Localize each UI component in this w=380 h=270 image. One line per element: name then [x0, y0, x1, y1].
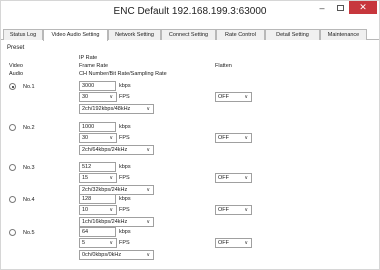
fps-unit: FPS	[119, 207, 130, 213]
ip-rate-input-3[interactable]: 512	[79, 162, 116, 172]
preset-radio-1[interactable]	[9, 83, 16, 90]
preset-radio-3[interactable]	[9, 164, 16, 171]
tab-strip: Status Log Video Audio Setting Network S…	[1, 29, 379, 41]
frame-rate-select-5[interactable]: 5 ∨	[79, 238, 117, 248]
flatten-select-4[interactable]: OFF ∨	[215, 205, 252, 215]
tab-connect-setting[interactable]: Connect Setting	[161, 29, 216, 40]
audio-header: Audio	[9, 71, 24, 77]
frame-rate-value-1: 30	[82, 94, 89, 100]
minimize-button[interactable]: –	[313, 1, 331, 14]
frame-rate-value-2: 30	[82, 135, 89, 141]
kbps-unit: kbps	[119, 83, 131, 89]
close-icon: ✕	[359, 2, 367, 12]
close-button[interactable]: ✕	[349, 1, 377, 14]
chevron-down-icon: ∨	[244, 175, 248, 181]
ip-rate-input-2[interactable]: 1000	[79, 122, 116, 132]
preset-radio-2[interactable]	[9, 124, 16, 131]
video-header: Video	[9, 63, 23, 69]
channel-select-4[interactable]: 1ch/16kbps/24kHz ∨	[79, 217, 154, 227]
tab-status-log[interactable]: Status Log	[3, 29, 43, 40]
fps-unit: FPS	[119, 175, 130, 181]
channel-value-5: 0ch/0kbps/0kHz	[82, 252, 122, 258]
ip-rate-input-4[interactable]: 128	[79, 194, 116, 204]
kbps-unit: kbps	[119, 229, 131, 235]
ip-rate-input-5[interactable]: 64	[79, 227, 116, 237]
channel-value-4: 1ch/16kbps/24kHz	[82, 219, 128, 225]
preset-radio-5[interactable]	[9, 229, 16, 236]
kbps-unit: kbps	[119, 196, 131, 202]
flatten-value-2: OFF	[218, 135, 229, 141]
tab-video-audio-setting[interactable]: Video Audio Setting	[43, 29, 108, 41]
fps-unit: FPS	[119, 135, 130, 141]
channel-value-1: 2ch/192kbps/48kHz	[82, 106, 131, 112]
frame-rate-header: Frame Rate	[79, 63, 109, 69]
tab-network-setting[interactable]: Network Setting	[108, 29, 161, 40]
frame-rate-select-4[interactable]: 10 ∨	[79, 205, 117, 215]
preset-label-4: No.4	[23, 197, 35, 203]
chevron-down-icon: ∨	[146, 147, 150, 153]
minimize-icon: –	[319, 2, 325, 13]
app-window: ENC Default 192.168.199.3:63000 – ✕ Stat…	[0, 0, 380, 270]
chevron-down-icon: ∨	[109, 207, 113, 213]
chevron-down-icon: ∨	[244, 240, 248, 246]
flatten-select-2[interactable]: OFF ∨	[215, 133, 252, 143]
preset-label-2: No.2	[23, 125, 35, 131]
frame-rate-select-1[interactable]: 30 ∨	[79, 92, 117, 102]
frame-rate-select-2[interactable]: 30 ∨	[79, 133, 117, 143]
tab-maintenance[interactable]: Maintenance	[320, 29, 367, 40]
ip-rate-header: IP Rate	[79, 55, 98, 61]
tab-rate-control[interactable]: Rate Control	[216, 29, 265, 40]
chevron-down-icon: ∨	[244, 135, 248, 141]
ip-rate-input-1[interactable]: 3000	[79, 81, 116, 91]
flatten-select-3[interactable]: OFF ∨	[215, 173, 252, 183]
video-audio-panel: Preset IP Rate Video Frame Rate Flatten …	[3, 41, 375, 267]
preset-label-1: No.1	[23, 84, 35, 90]
frame-rate-select-3[interactable]: 15 ∨	[79, 173, 117, 183]
channel-select-2[interactable]: 2ch/64kbps/24kHz ∨	[79, 145, 154, 155]
kbps-unit: kbps	[119, 164, 131, 170]
flatten-select-1[interactable]: OFF ∨	[215, 92, 252, 102]
preset-label-3: No.3	[23, 165, 35, 171]
preset-row-1: No.1 3000 kbps 30 ∨ FPS OFF ∨ 2ch/192kbps/…	[3, 81, 375, 119]
frame-rate-value-3: 15	[82, 175, 89, 181]
preset-row-5: No.5 64 kbps 5 ∨ FPS OFF ∨ 0ch/0kbps/0kHz ∨	[3, 227, 375, 265]
chevron-down-icon: ∨	[244, 207, 248, 213]
chevron-down-icon: ∨	[146, 252, 150, 258]
chevron-down-icon: ∨	[109, 175, 113, 181]
kbps-unit: kbps	[119, 124, 131, 130]
preset-label-5: No.5	[23, 230, 35, 236]
preset-radio-4[interactable]	[9, 196, 16, 203]
maximize-icon	[336, 4, 344, 11]
channel-value-3: 2ch/32kbps/24kHz	[82, 187, 128, 193]
chevron-down-icon: ∨	[109, 94, 113, 100]
chevron-down-icon: ∨	[244, 94, 248, 100]
flatten-value-1: OFF	[218, 94, 229, 100]
fps-unit: FPS	[119, 94, 130, 100]
chevron-down-icon: ∨	[109, 135, 113, 141]
flatten-value-3: OFF	[218, 175, 229, 181]
chevron-down-icon: ∨	[146, 219, 150, 225]
maximize-button[interactable]	[331, 1, 349, 14]
flatten-value-4: OFF	[218, 207, 229, 213]
fps-unit: FPS	[119, 240, 130, 246]
channel-select-1[interactable]: 2ch/192kbps/48kHz ∨	[79, 104, 154, 114]
preset-row-2: No.2 1000 kbps 30 ∨ FPS OFF ∨ 2ch/64kbps/2…	[3, 122, 375, 160]
chevron-down-icon: ∨	[146, 106, 150, 112]
chevron-down-icon: ∨	[146, 187, 150, 193]
channel-value-2: 2ch/64kbps/24kHz	[82, 147, 128, 153]
channel-select-5[interactable]: 0ch/0kbps/0kHz ∨	[79, 250, 154, 260]
preset-caption: Preset	[7, 45, 25, 51]
frame-rate-value-4: 10	[82, 207, 89, 213]
flatten-value-5: OFF	[218, 240, 229, 246]
tab-detail-setting[interactable]: Detail Setting	[265, 29, 320, 40]
flatten-header: Flatten	[215, 63, 232, 69]
frame-rate-value-5: 5	[82, 240, 86, 246]
flatten-select-5[interactable]: OFF ∨	[215, 238, 252, 248]
title-bar: ENC Default 192.168.199.3:63000 – ✕	[1, 1, 379, 23]
chevron-down-icon: ∨	[109, 240, 113, 246]
channel-header: CH Number/Bit Rate/Sampling Rate	[79, 71, 167, 77]
